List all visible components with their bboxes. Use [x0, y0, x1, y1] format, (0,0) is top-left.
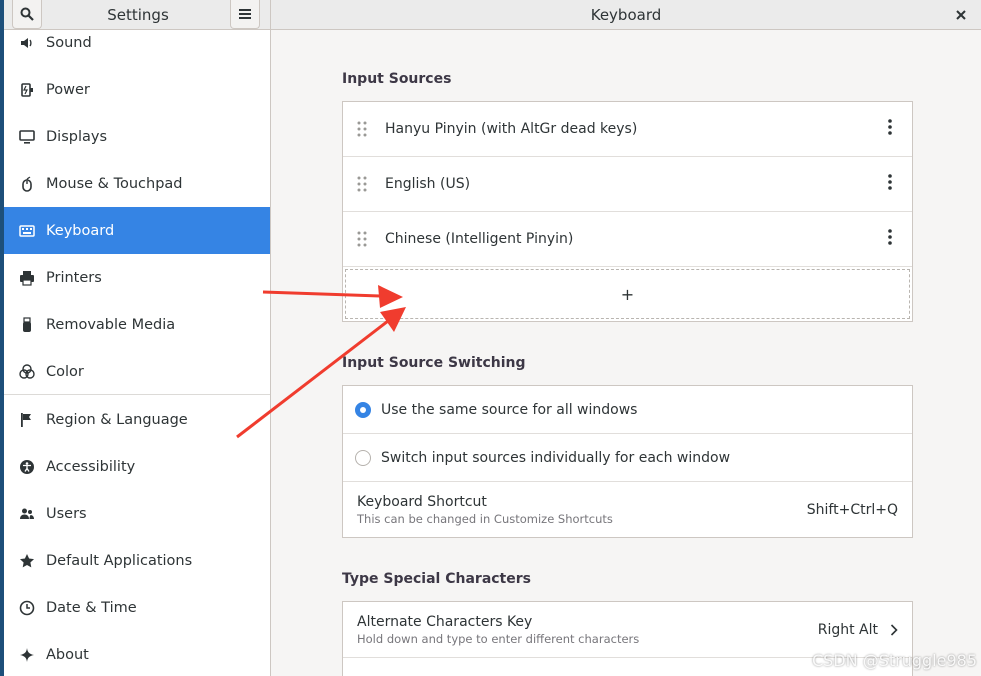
alternate-characters-value-group: Right Alt: [818, 622, 898, 638]
input-source-label: English (US): [385, 176, 471, 192]
menu-button[interactable]: [230, 0, 260, 29]
sidebar-header: Settings: [4, 0, 271, 30]
sidebar-divider: [4, 394, 270, 395]
sidebar-item-label: About: [46, 646, 89, 663]
sidebar-title: Settings: [107, 6, 169, 24]
sidebar-item-mouse-touchpad[interactable]: Mouse & Touchpad: [4, 160, 270, 207]
sidebar-item-date-time[interactable]: Date & Time: [4, 584, 270, 631]
usb-drive-icon: [18, 316, 36, 334]
alternate-characters-text: Alternate Characters Key Hold down and t…: [357, 614, 639, 646]
sidebar-item-removable-media[interactable]: Removable Media: [4, 301, 270, 348]
radio-button[interactable]: [355, 449, 371, 466]
alternate-characters-key-row[interactable]: Alternate Characters Key Hold down and t…: [343, 602, 912, 658]
sidebar-item-label: Accessibility: [46, 458, 136, 475]
mouse-icon: [18, 175, 36, 193]
add-input-source-button[interactable]: +: [345, 269, 910, 319]
hamburger-menu-icon: [239, 9, 251, 19]
users-icon: [18, 505, 36, 523]
alternate-characters-sublabel: Hold down and type to enter different ch…: [357, 631, 640, 646]
sidebar-item-about[interactable]: About: [4, 631, 270, 676]
kebab-menu-icon[interactable]: [888, 229, 892, 249]
page-title: Keyboard: [590, 6, 662, 24]
sidebar-item-accessibility[interactable]: Accessibility: [4, 443, 270, 490]
close-icon: [956, 10, 966, 20]
sidebar-item-displays[interactable]: Displays: [4, 113, 270, 160]
keyboard-settings-panel: Input Sources Hanyu Pinyin (with AltGr d…: [272, 31, 981, 676]
chevron-right-icon: [890, 623, 898, 636]
keyboard-shortcut-sublabel: This can be changed in Customize Shortcu…: [357, 512, 613, 526]
kebab-menu-icon[interactable]: [888, 174, 892, 194]
sidebar: Sound Power Displays Mouse & Touchpad Ke…: [4, 30, 271, 676]
input-source-row[interactable]: English (US): [343, 157, 912, 212]
sidebar-item-keyboard[interactable]: Keyboard: [4, 207, 270, 254]
radio-label: Use the same source for all windows: [381, 401, 638, 418]
clock-icon: [18, 599, 36, 617]
accessibility-icon: [18, 458, 36, 476]
sidebar-item-sound[interactable]: Sound: [4, 30, 270, 66]
sidebar-item-label: Printers: [46, 269, 102, 286]
sidebar-item-label: Sound: [46, 34, 92, 51]
keyboard-shortcut-row[interactable]: Keyboard Shortcut This can be changed in…: [343, 482, 912, 538]
sidebar-item-color[interactable]: Color: [4, 348, 270, 395]
color-icon: [18, 363, 36, 381]
sidebar-item-label: Color: [46, 363, 84, 380]
sidebar-item-label: Users: [46, 505, 87, 522]
display-icon: [18, 128, 36, 146]
sidebar-item-label: Date & Time: [46, 599, 137, 616]
kebab-menu-icon[interactable]: [888, 119, 892, 139]
keyboard-shortcut-text: Keyboard Shortcut This can be changed in…: [357, 494, 613, 526]
sidebar-item-power[interactable]: Power: [4, 66, 270, 113]
sidebar-item-label: Region & Language: [46, 411, 188, 428]
drag-handle-icon[interactable]: [357, 231, 371, 247]
sidebar-item-default-applications[interactable]: Default Applications: [4, 537, 270, 584]
drag-handle-icon[interactable]: [357, 121, 371, 137]
radio-button-selected[interactable]: [355, 401, 371, 418]
header-bar: Settings Keyboard: [4, 0, 981, 30]
close-button[interactable]: [951, 5, 971, 25]
radio-row-same-source[interactable]: Use the same source for all windows: [343, 386, 912, 434]
watermark: CSDN @Struggle985: [812, 651, 977, 670]
sidebar-item-label: Keyboard: [46, 222, 115, 239]
sidebar-item-users[interactable]: Users: [4, 490, 270, 537]
input-source-row[interactable]: Hanyu Pinyin (with AltGr dead keys): [343, 102, 912, 157]
input-sources-list: Hanyu Pinyin (with AltGr dead keys) Engl…: [342, 101, 913, 322]
sidebar-item-label: Mouse & Touchpad: [46, 175, 183, 192]
power-plug-icon: [18, 81, 36, 99]
input-source-label: Chinese (Intelligent Pinyin): [385, 231, 574, 247]
alternate-characters-value: Right Alt: [817, 621, 878, 638]
keyboard-shortcut-value: Shift+Ctrl+Q: [806, 502, 898, 518]
star-icon: [18, 552, 36, 570]
keyboard-icon: [18, 222, 36, 240]
alternate-characters-label: Alternate Characters Key: [357, 613, 533, 630]
radio-row-individual-source[interactable]: Switch input sources individually for ea…: [343, 434, 912, 482]
input-source-switching-title: Input Source Switching: [342, 355, 526, 371]
printer-icon: [18, 269, 36, 287]
plus-icon: +: [620, 284, 635, 304]
sidebar-item-printers[interactable]: Printers: [4, 254, 270, 301]
sidebar-item-label: Removable Media: [46, 316, 176, 333]
type-special-characters-title: Type Special Characters: [342, 571, 531, 587]
drag-handle-icon[interactable]: [357, 176, 371, 192]
speaker-icon: [18, 34, 36, 52]
sidebar-item-label: Power: [46, 81, 90, 98]
sidebar-item-region-language[interactable]: Region & Language: [4, 396, 270, 443]
flag-icon: [18, 411, 36, 429]
sparkle-icon: [18, 646, 36, 664]
input-sources-title: Input Sources: [342, 71, 452, 87]
sidebar-item-label: Default Applications: [46, 552, 193, 569]
input-source-row[interactable]: Chinese (Intelligent Pinyin): [343, 212, 912, 267]
keyboard-shortcut-label: Keyboard Shortcut: [357, 494, 487, 510]
input-source-switching-list: Use the same source for all windows Swit…: [342, 385, 913, 538]
radio-label: Switch input sources individually for ea…: [381, 449, 731, 466]
search-icon: [20, 7, 34, 21]
input-source-label: Hanyu Pinyin (with AltGr dead keys): [385, 121, 638, 137]
sidebar-item-label: Displays: [46, 128, 108, 145]
